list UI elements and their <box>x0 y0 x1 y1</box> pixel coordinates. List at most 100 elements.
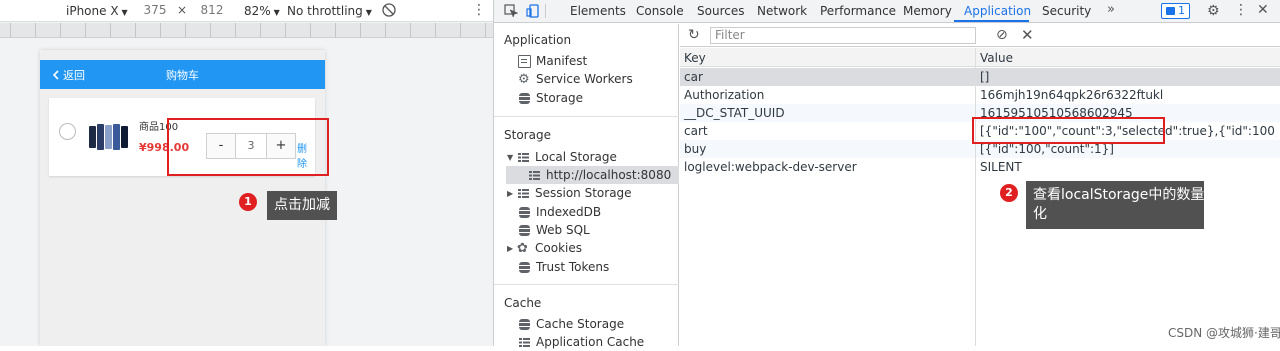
highlight-box-cart-value <box>972 117 1165 144</box>
delete-selected-icon[interactable]: ✕ <box>1021 26 1034 44</box>
document-icon <box>518 54 531 68</box>
settings-icon[interactable]: ⚙ <box>1207 3 1220 19</box>
tab-console[interactable]: Console <box>636 4 684 18</box>
throttling-select[interactable]: No throttling ▼ <box>287 4 372 18</box>
row-value: [] <box>980 70 990 84</box>
refresh-icon[interactable]: ↻ <box>688 27 700 43</box>
ruler-tick <box>160 23 161 38</box>
tab-sources[interactable]: Sources <box>697 4 744 18</box>
database-icon <box>518 261 531 274</box>
column-header-value[interactable]: Value <box>980 51 1013 65</box>
devtools-pane: Elements Console Sources Network Perform… <box>493 0 1280 349</box>
tab-application[interactable]: Application <box>964 4 1031 18</box>
callout-1: 点击加减 <box>267 191 337 220</box>
database-icon <box>518 224 531 237</box>
height-input[interactable]: 812 <box>195 2 229 19</box>
device-select[interactable]: iPhone X ▼ <box>66 4 128 18</box>
more-tabs-icon[interactable]: » <box>1107 2 1115 17</box>
ruler-tick <box>460 23 461 38</box>
ruler-tick <box>310 23 311 38</box>
sidebar-item-session-storage[interactable]: ▶ Session Storage <box>507 184 632 202</box>
grid-icon <box>517 151 530 164</box>
tab-network[interactable]: Network <box>757 4 807 18</box>
row-key: __DC_STAT_UUID <box>684 106 785 120</box>
sidebar-item-storage[interactable]: Storage <box>518 89 583 107</box>
tab-elements[interactable]: Elements <box>570 4 626 18</box>
application-sidebar: Application Manifest ⚙ Service Workers St… <box>494 24 679 349</box>
sidebar-item-service-workers[interactable]: ⚙ Service Workers <box>518 70 633 88</box>
select-item-checkbox[interactable] <box>59 123 76 140</box>
ruler-tick <box>410 23 411 38</box>
grid-icon <box>517 187 530 200</box>
row-value: [{"id":100,"count":1}] <box>980 142 1114 156</box>
ruler-tick <box>335 23 336 38</box>
sidebar-item-application-cache[interactable]: Application Cache <box>518 333 644 351</box>
expand-triangle-icon[interactable]: ▶ <box>507 189 517 198</box>
zoom-select[interactable]: 82% ▼ <box>244 4 280 18</box>
sidebar-item-indexeddb[interactable]: IndexedDB <box>518 203 601 221</box>
tab-security[interactable]: Security <box>1042 4 1091 18</box>
expand-triangle-icon[interactable]: ▼ <box>507 153 517 162</box>
ruler-tick <box>285 23 286 38</box>
expand-triangle-icon[interactable]: ▶ <box>507 244 517 253</box>
rotate-icon[interactable] <box>381 2 397 18</box>
tab-performance[interactable]: Performance <box>820 4 896 18</box>
cookie-icon: ✿ <box>517 240 528 256</box>
ruler-tick <box>385 23 386 38</box>
section-title-storage: Storage <box>504 128 551 142</box>
more-options-icon[interactable]: ⋮ <box>472 2 486 18</box>
sidebar-item-local-storage[interactable]: ▼ Local Storage <box>507 148 617 166</box>
tab-memory[interactable]: Memory <box>903 4 952 18</box>
sidebar-item-manifest[interactable]: Manifest <box>518 52 587 70</box>
database-icon <box>518 318 531 331</box>
sidebar-item-cookies[interactable]: ▶ ✿ Cookies <box>507 239 582 257</box>
device-toggle-icon[interactable] <box>526 4 540 18</box>
row-key: buy <box>684 142 707 156</box>
width-input[interactable]: 375 <box>138 2 172 19</box>
ruler-tick <box>85 23 86 38</box>
table-row[interactable]: Authorization 166mjh19n64qpk26r6322ftukl <box>680 86 1280 104</box>
active-tab-indicator <box>954 20 1029 22</box>
ruler-tick <box>260 23 261 38</box>
callout-badge-1: 1 <box>239 193 257 211</box>
ruler-tick <box>235 23 236 38</box>
row-key: cart <box>684 124 708 138</box>
ruler-tick <box>435 23 436 38</box>
sidebar-item-localhost[interactable]: http://localhost:8080 <box>506 166 679 184</box>
tabbar-divider <box>545 4 546 18</box>
grid-icon <box>528 169 541 182</box>
sidebar-item-cache-storage[interactable]: Cache Storage <box>518 315 624 333</box>
ruler-tick <box>110 23 111 38</box>
issues-badge[interactable]: 1 <box>1161 3 1190 19</box>
sidebar-item-web-sql[interactable]: Web SQL <box>518 221 590 239</box>
message-icon <box>1166 7 1175 15</box>
gear-icon: ⚙ <box>518 71 530 87</box>
page-title: 购物车 <box>166 69 199 82</box>
filter-input[interactable]: Filter <box>710 27 976 44</box>
callout-2-line1: 查看localStorage中的数量有没有变 <box>1033 187 1261 203</box>
callout-badge-2: 2 <box>1000 184 1018 202</box>
ruler-tick <box>185 23 186 38</box>
app-header: 返回 购物车 <box>40 60 325 89</box>
sidebar-item-trust-tokens[interactable]: Trust Tokens <box>518 258 609 276</box>
device-toolbar: iPhone X ▼ 375 × 812 82% ▼ No throttling ▼ … <box>0 0 493 22</box>
storage-toolbar: ↻ Filter ⊘ ✕ <box>680 24 1280 47</box>
divider <box>494 284 679 285</box>
table-row[interactable]: loglevel:webpack-dev-server SILENT <box>680 158 1280 176</box>
row-key: Authorization <box>684 88 765 102</box>
divider <box>494 116 679 117</box>
clear-all-icon[interactable]: ⊘ <box>996 27 1008 43</box>
callout-2: 查看localStorage中的数量有没有变 化 <box>1026 181 1261 229</box>
table-header: Key Value <box>680 48 1280 67</box>
table-row[interactable]: car [] <box>680 68 1280 86</box>
more-menu-icon[interactable]: ⋮ <box>1234 2 1248 18</box>
inspect-element-icon[interactable] <box>504 4 518 18</box>
section-title-application: Application <box>504 33 572 47</box>
section-title-cache: Cache <box>504 296 542 310</box>
ruler-tick <box>10 23 11 38</box>
row-key: car <box>684 70 703 84</box>
column-divider <box>975 48 976 346</box>
close-icon[interactable]: ✕ <box>1257 2 1269 18</box>
highlight-box-stepper <box>167 118 329 176</box>
column-header-key[interactable]: Key <box>684 51 706 65</box>
